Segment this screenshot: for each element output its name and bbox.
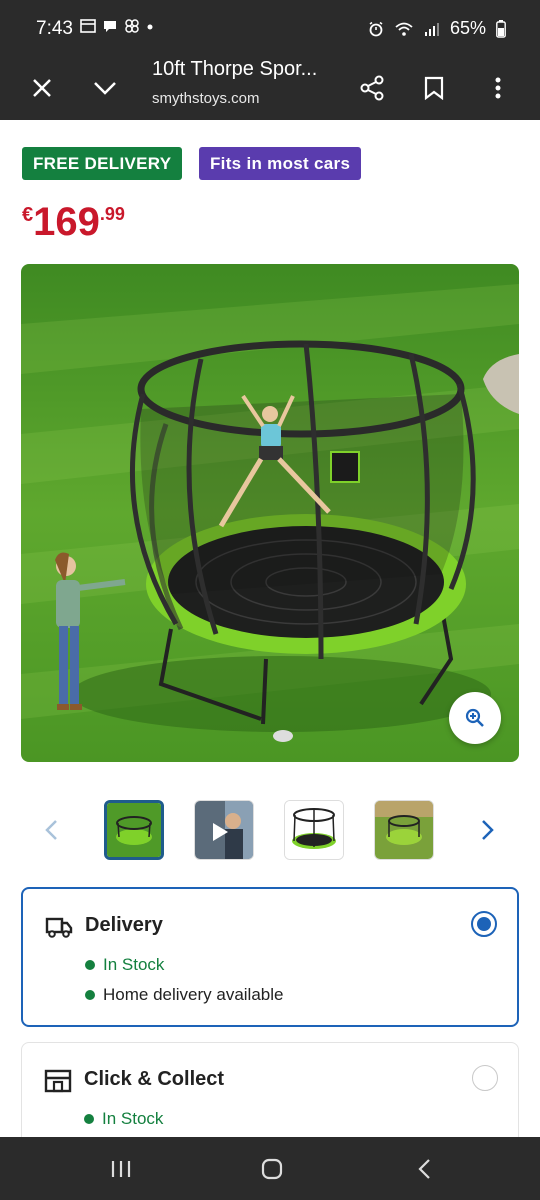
product-price: €169.99 [22, 200, 125, 245]
stock-dot [85, 960, 95, 970]
home-icon [261, 1158, 283, 1180]
delivery-title: Delivery [85, 914, 163, 936]
browser-toolbar: 10ft Thorpe Spor... smythstoys.com [0, 58, 540, 120]
price-currency: € [22, 204, 34, 226]
free-delivery-badge: FREE DELIVERY [22, 147, 183, 180]
signal-icon [424, 22, 439, 36]
collect-stock-line: In Stock [84, 1109, 163, 1129]
delivery-radio[interactable] [471, 911, 497, 937]
delivery-truck-icon [45, 917, 73, 938]
chat-icon [104, 21, 116, 32]
chevron-down-icon [94, 82, 116, 95]
thumbnail-4[interactable] [374, 800, 434, 860]
store-icon [44, 1069, 72, 1093]
thumbnail-strip [0, 795, 540, 865]
status-bar: 7:43 65% [0, 0, 540, 58]
price-cents: .99 [99, 204, 125, 224]
chevron-left-icon [45, 820, 57, 840]
zoom-in-icon [465, 708, 484, 727]
back-button[interactable] [408, 1153, 440, 1185]
delivery-stock-line: In Stock [85, 955, 164, 975]
thumbnail-next-button[interactable] [473, 815, 503, 845]
share-icon [360, 75, 384, 101]
thumbnail-prev-button[interactable] [36, 815, 66, 845]
more-icon [495, 77, 501, 99]
page-url: smythstoys.com [152, 90, 260, 107]
back-icon [418, 1159, 430, 1179]
delivery-note: Home delivery available [103, 985, 284, 1004]
chevron-right-icon [482, 820, 494, 840]
recent-apps-icon [111, 1161, 131, 1177]
delivery-option-card[interactable]: Delivery In Stock Home delivery availabl… [21, 887, 519, 1027]
thumbnail-video[interactable] [194, 800, 254, 860]
click-collect-radio[interactable] [472, 1065, 498, 1091]
minimize-button[interactable] [85, 68, 125, 108]
system-navigation-bar [0, 1137, 540, 1200]
bookmark-button[interactable] [414, 68, 454, 108]
wifi-icon [395, 22, 413, 36]
share-button[interactable] [352, 68, 392, 108]
more-options-button[interactable] [478, 68, 518, 108]
close-button[interactable] [22, 68, 62, 108]
dot-icon [147, 24, 153, 30]
alarm-icon [369, 21, 383, 36]
home-button[interactable] [256, 1153, 288, 1185]
status-notification-icons [80, 18, 154, 34]
page-content: FREE DELIVERY Fits in most cars €169.99 [0, 120, 540, 1162]
thumbnail-1[interactable] [104, 800, 164, 860]
battery-percent: 65% [449, 18, 486, 38]
product-image[interactable] [21, 264, 519, 762]
recent-apps-button[interactable] [105, 1153, 137, 1185]
battery-icon [496, 19, 506, 38]
trampoline-photo [21, 264, 519, 762]
close-icon [33, 79, 51, 97]
fits-in-cars-badge: Fits in most cars [199, 147, 362, 180]
price-whole: 169 [33, 200, 100, 244]
thumbnail-3[interactable] [284, 800, 344, 860]
status-time: 7:43 [36, 18, 73, 39]
pinwheel-icon [125, 19, 139, 33]
stock-dot [84, 1114, 94, 1124]
delivery-note-line: Home delivery available [85, 985, 283, 1005]
zoom-button[interactable] [449, 692, 501, 744]
collect-stock-status: In Stock [102, 1109, 164, 1128]
delivery-stock-status: In Stock [103, 955, 165, 974]
bookmark-icon [424, 76, 444, 100]
status-system-icons: 65% [368, 18, 506, 39]
click-collect-title: Click & Collect [84, 1068, 225, 1090]
page-title: 10ft Thorpe Spor... [152, 58, 318, 80]
stock-dot [85, 990, 95, 1000]
calendar-icon [80, 19, 96, 33]
